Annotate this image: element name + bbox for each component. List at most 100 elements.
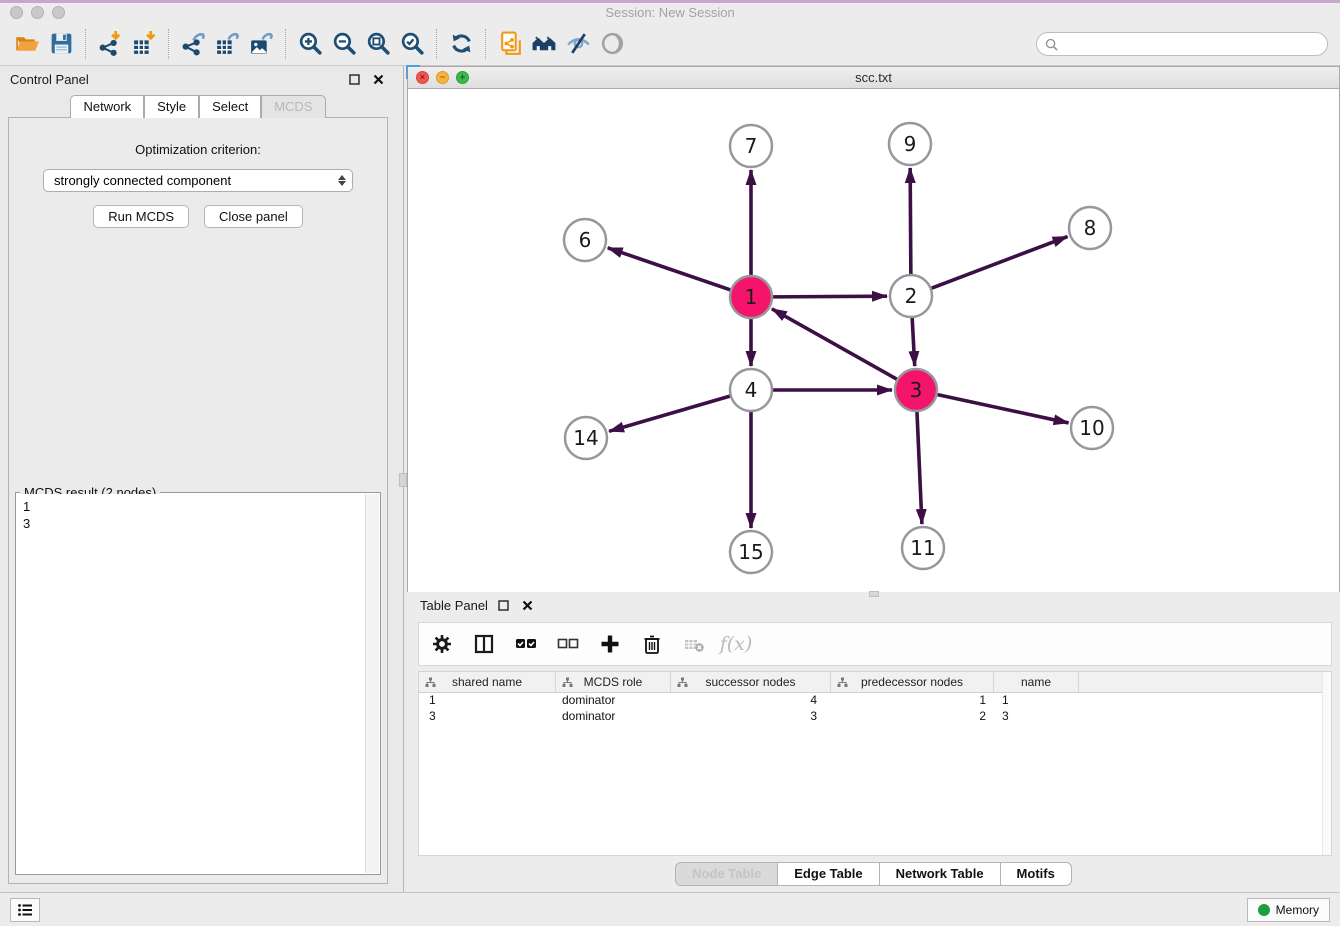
column-header-successor-nodes[interactable]: successor nodes (671, 672, 831, 692)
criterion-select[interactable]: strongly connected component (43, 169, 353, 192)
splitter-grip[interactable] (399, 473, 407, 487)
float-table-panel-button[interactable] (496, 598, 512, 614)
graph-edge-2-9[interactable] (910, 168, 911, 274)
cell-predecessor-nodes[interactable]: 1 (831, 693, 994, 709)
float-panel-button[interactable] (346, 71, 362, 87)
table-options-button[interactable] (429, 631, 455, 657)
search-field (1036, 32, 1328, 56)
table-scrollbar[interactable] (1322, 672, 1331, 855)
refresh-layout-button[interactable] (444, 27, 478, 61)
network-close-button[interactable]: × (416, 71, 429, 84)
cell-predecessor-nodes[interactable]: 2 (831, 709, 994, 725)
tab-mcds[interactable]: MCDS (261, 95, 325, 118)
horizontal-splitter-grip[interactable] (869, 591, 879, 597)
column-header-predecessor-nodes[interactable]: predecessor nodes (831, 672, 994, 692)
column-header-name[interactable]: name (994, 672, 1079, 692)
zoom-in-button[interactable] (293, 27, 327, 61)
clone-network-button[interactable] (493, 27, 527, 61)
hide-selected-button[interactable] (561, 27, 595, 61)
show-columns-button[interactable] (471, 631, 497, 657)
graph-edge-4-14[interactable] (609, 396, 730, 431)
optimization-criterion-label: Optimization criterion: (9, 142, 387, 157)
graph-node-15[interactable]: 15 (730, 531, 772, 573)
close-table-panel-button[interactable] (520, 598, 536, 614)
import-network-button[interactable] (93, 27, 127, 61)
import-table-button[interactable] (127, 27, 161, 61)
cell-successor-nodes[interactable]: 3 (671, 709, 831, 725)
zoom-out-button[interactable] (327, 27, 361, 61)
close-panel-button[interactable] (370, 71, 386, 87)
graph-node-9[interactable]: 9 (889, 123, 931, 165)
zoom-fit-button[interactable] (361, 27, 395, 61)
graph-edge-2-3[interactable] (912, 318, 915, 366)
tab-style[interactable]: Style (144, 95, 199, 118)
deselect-all-button[interactable] (555, 631, 581, 657)
tab-select[interactable]: Select (199, 95, 261, 118)
graph-edge-3-11[interactable] (917, 412, 922, 524)
tab-edge-table[interactable]: Edge Table (778, 862, 879, 886)
zoom-out-icon (331, 30, 358, 57)
cell-successor-nodes[interactable]: 4 (671, 693, 831, 709)
column-header-shared-name[interactable]: shared name (419, 672, 556, 692)
delete-column-button[interactable] (639, 631, 665, 657)
memory-button[interactable]: Memory (1247, 898, 1330, 922)
result-scrollbar[interactable] (365, 494, 379, 873)
cell-name[interactable]: 3 (994, 709, 1079, 725)
vertical-splitter[interactable] (396, 66, 407, 892)
tab-network-table[interactable]: Network Table (880, 862, 1001, 886)
graph-edge-3-1[interactable] (772, 309, 897, 379)
open-file-button[interactable] (10, 27, 44, 61)
table-row[interactable]: 1 dominator 4 1 1 (419, 693, 1331, 709)
criterion-value: strongly connected component (54, 173, 338, 188)
delete-table-button[interactable] (681, 631, 707, 657)
add-column-button[interactable] (597, 631, 623, 657)
graph-node-10[interactable]: 10 (1071, 407, 1113, 449)
column-header-mcds-role[interactable]: MCDS role (556, 672, 671, 692)
network-minimize-button[interactable]: − (436, 71, 449, 84)
show-all-button[interactable] (595, 27, 629, 61)
cell-shared-name[interactable]: 3 (419, 709, 556, 725)
graph-node-label: 2 (905, 284, 918, 308)
tab-network[interactable]: Network (70, 95, 144, 118)
graph-node-3[interactable]: 3 (895, 369, 937, 411)
zoom-selected-button[interactable] (395, 27, 429, 61)
graph-node-label: 9 (904, 132, 917, 156)
cell-name[interactable]: 1 (994, 693, 1079, 709)
export-network-icon (180, 30, 207, 57)
task-history-button[interactable] (10, 898, 40, 922)
save-session-button[interactable] (44, 27, 78, 61)
cell-mcds-role[interactable]: dominator (556, 709, 671, 725)
graph-node-8[interactable]: 8 (1069, 207, 1111, 249)
network-graph[interactable]: 1 2 3 4 6 7 8 9 10 11 14 15 (408, 89, 1339, 592)
graph-node-11[interactable]: 11 (902, 527, 944, 569)
network-maximize-button[interactable]: + (456, 71, 469, 84)
mcds-result-list[interactable]: 1 3 (17, 494, 365, 873)
table-row[interactable]: 3 dominator 3 2 3 (419, 709, 1331, 725)
function-builder-button[interactable]: f(x) (723, 631, 749, 657)
main-content: Control Panel Network Style Select MCDS (0, 66, 1340, 892)
tab-motifs[interactable]: Motifs (1001, 862, 1072, 886)
tab-node-table[interactable]: Node Table (675, 862, 778, 886)
graph-node-6[interactable]: 6 (564, 219, 606, 261)
cell-mcds-role[interactable]: dominator (556, 693, 671, 709)
run-mcds-button[interactable]: Run MCDS (93, 205, 189, 228)
graph-node-label: 7 (745, 134, 758, 158)
first-neighbors-button[interactable] (527, 27, 561, 61)
cell-shared-name[interactable]: 1 (419, 693, 556, 709)
graph-edge-1-6[interactable] (608, 248, 730, 290)
export-image-button[interactable] (244, 27, 278, 61)
graph-node-7[interactable]: 7 (730, 125, 772, 167)
export-network-button[interactable] (176, 27, 210, 61)
export-table-button[interactable] (210, 27, 244, 61)
graph-node-2[interactable]: 2 (890, 275, 932, 317)
network-canvas[interactable]: 1 2 3 4 6 7 8 9 10 11 14 15 (408, 89, 1339, 592)
graph-edge-1-2[interactable] (773, 296, 887, 297)
search-input[interactable] (1063, 37, 1319, 51)
close-panel-button-2[interactable]: Close panel (204, 205, 303, 228)
graph-node-1[interactable]: 1 (730, 276, 772, 318)
graph-node-4[interactable]: 4 (730, 369, 772, 411)
graph-edge-2-8[interactable] (932, 237, 1068, 289)
graph-node-14[interactable]: 14 (565, 417, 607, 459)
select-all-button[interactable] (513, 631, 539, 657)
graph-edge-3-10[interactable] (938, 395, 1069, 423)
